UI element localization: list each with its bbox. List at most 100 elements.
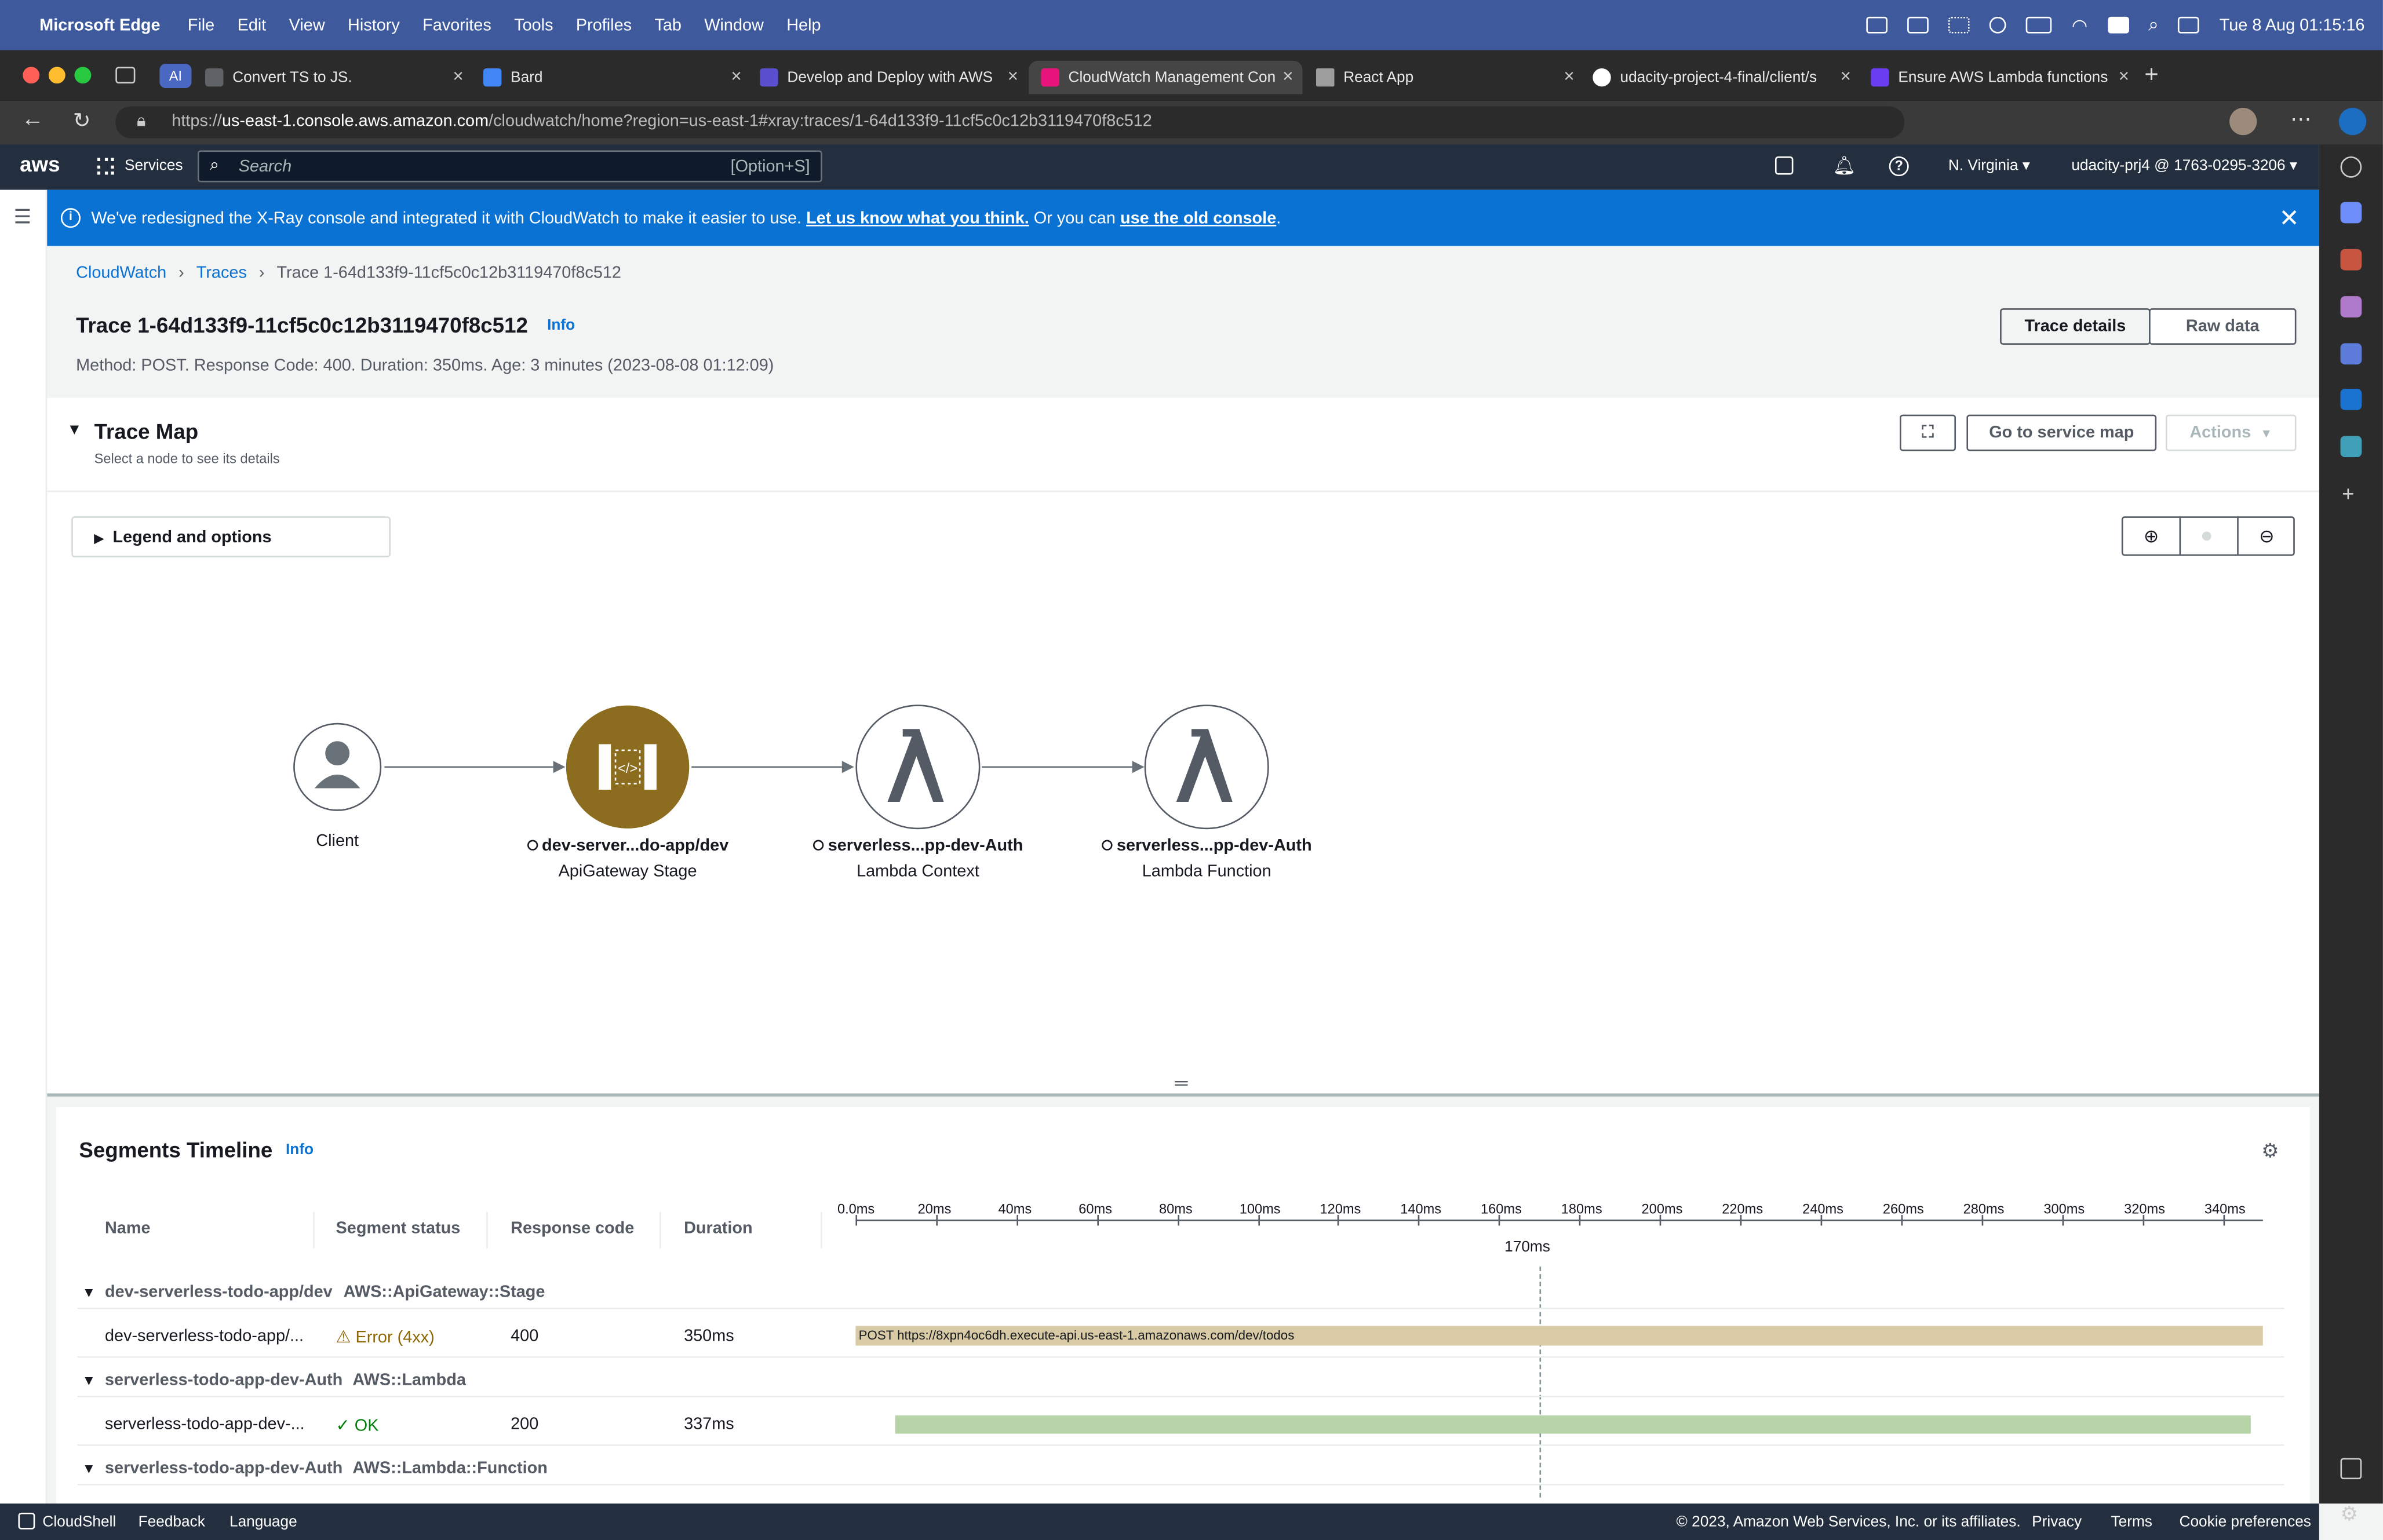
new-tab-button[interactable]: + [2144, 62, 2159, 89]
tab-github[interactable]: udacity-project-4-final/client/s × [1593, 61, 1851, 94]
tab-actions-icon[interactable] [115, 67, 136, 84]
more-menu-icon[interactable]: ⋯ [2290, 106, 2312, 132]
node-lambda-function-name[interactable]: serverless...pp-dev-Auth [1085, 837, 1328, 855]
services-grid-icon[interactable] [97, 158, 114, 175]
region-selector[interactable]: N. Virginia ▾ [1948, 158, 2030, 175]
segment-bar[interactable] [895, 1415, 2251, 1434]
panel-splitter[interactable] [47, 1093, 2319, 1097]
spotlight-icon[interactable]: ⌕ [2148, 14, 2159, 37]
minimize-window-button[interactable] [48, 67, 65, 84]
col-segment-status[interactable]: Segment status [336, 1220, 461, 1238]
sidebar-toggle-icon[interactable] [2340, 1458, 2362, 1480]
tab-react-app[interactable]: React App × [1316, 61, 1575, 94]
weather-icon[interactable] [1948, 16, 1970, 34]
node-apigateway[interactable]: </> [566, 705, 690, 829]
tab-cloudwatch[interactable]: CloudWatch Management Con × [1029, 60, 1303, 94]
caret-down-icon[interactable]: ▼ [67, 422, 82, 439]
info-link[interactable]: Info [286, 1142, 314, 1159]
actions-dropdown[interactable]: Actions ▼ [2165, 414, 2297, 451]
close-icon[interactable]: ✕ [2279, 203, 2300, 233]
legend-options-expander[interactable]: ▶ Legend and options [71, 516, 391, 558]
drag-handle-icon[interactable]: ═ [1175, 1072, 1187, 1094]
feedback-button[interactable]: Feedback [139, 1514, 205, 1531]
trace-details-button[interactable]: Trace details [2000, 308, 2151, 345]
menu-profiles[interactable]: Profiles [576, 16, 632, 34]
copilot-icon[interactable] [2338, 108, 2367, 136]
workspace-icon[interactable]: AI [159, 64, 192, 89]
bell-icon[interactable]: 🔔︎ [1833, 155, 1856, 176]
node-lambda-context-name[interactable]: serverless...pp-dev-Auth [796, 837, 1040, 855]
refresh-icon[interactable]: ↻ [73, 108, 91, 134]
feedback-link[interactable]: Let us know what you think. [806, 209, 1029, 227]
menu-view[interactable]: View [289, 16, 325, 34]
outlook-icon[interactable] [2340, 389, 2362, 410]
terms-link[interactable]: Terms [2111, 1514, 2152, 1531]
privacy-link[interactable]: Privacy [2032, 1514, 2082, 1531]
menu-window[interactable]: Window [704, 16, 764, 34]
col-response-code[interactable]: Response code [511, 1220, 634, 1238]
caret-down-icon[interactable]: ▼ [82, 1285, 96, 1300]
aws-logo[interactable]: aws [20, 152, 60, 176]
zoom-window-button[interactable] [74, 67, 92, 84]
office-icon[interactable] [2340, 343, 2362, 365]
menu-help[interactable]: Help [786, 16, 821, 34]
shopping-icon[interactable] [2340, 202, 2362, 224]
breadcrumb-traces[interactable]: Traces [196, 264, 247, 282]
zoom-out-icon[interactable]: ⊖ [2237, 517, 2295, 554]
cloudshell-icon[interactable] [1775, 156, 1794, 175]
back-icon[interactable]: ← [21, 106, 44, 132]
old-console-link[interactable]: use the old console [1120, 209, 1276, 227]
url-field[interactable]: 🔒︎ https://us-east-1.console.aws.amazon.c… [115, 106, 1904, 138]
breadcrumb-cloudwatch[interactable]: CloudWatch [76, 264, 166, 282]
menu-edit[interactable]: Edit [238, 16, 267, 34]
close-icon[interactable]: × [2119, 65, 2129, 87]
profile-avatar[interactable] [2229, 108, 2257, 136]
tab-bard[interactable]: Bard × [483, 61, 742, 94]
node-lambda-function[interactable] [1144, 705, 1269, 830]
info-link[interactable]: Info [547, 318, 575, 334]
status-icon[interactable] [1866, 16, 1888, 34]
go-to-service-map-button[interactable]: Go to service map [1966, 414, 2157, 451]
fullscreen-button[interactable]: ⛶ [1900, 414, 1956, 451]
control-center-icon[interactable] [2178, 16, 2200, 34]
close-icon[interactable]: × [1282, 65, 1293, 87]
services-menu[interactable]: Services [125, 158, 183, 175]
help-icon[interactable]: ? [1889, 156, 1909, 177]
language-button[interactable]: Language [229, 1514, 297, 1531]
tab-lambda-security[interactable]: Ensure AWS Lambda functions × [1871, 61, 2129, 94]
wifi-icon[interactable]: ◠ [2072, 14, 2087, 36]
clock[interactable]: Tue 8 Aug 01:15:16 [2220, 16, 2365, 34]
cookie-preferences-link[interactable]: Cookie preferences [2180, 1514, 2311, 1531]
hamburger-menu-icon[interactable]: ☰ [14, 205, 32, 229]
settings-gear-icon[interactable]: ⚙ [2340, 1502, 2358, 1526]
menu-tools[interactable]: Tools [514, 16, 553, 34]
menu-history[interactable]: History [348, 16, 400, 34]
close-icon[interactable]: × [1841, 65, 1851, 87]
node-apigateway-name[interactable]: dev-server...do-app/dev [506, 837, 749, 855]
tab-develop[interactable]: Develop and Deploy with AWS × [760, 61, 1018, 94]
settings-gear-icon[interactable]: ⚙ [2261, 1139, 2279, 1163]
menu-file[interactable]: File [188, 16, 215, 34]
node-client[interactable] [293, 722, 382, 811]
search-icon[interactable] [2340, 156, 2362, 178]
close-icon[interactable]: × [1008, 65, 1018, 87]
caret-down-icon[interactable]: ▼ [82, 1461, 96, 1476]
menu-tab[interactable]: Tab [654, 16, 682, 34]
trace-map-title[interactable]: Trace Map [94, 419, 199, 443]
raw-data-button[interactable]: Raw data [2149, 308, 2297, 345]
cloudshell-button[interactable]: CloudShell [42, 1514, 116, 1531]
play-icon[interactable] [1990, 16, 2006, 34]
tools-icon[interactable] [2340, 249, 2362, 271]
add-icon[interactable]: + [2342, 481, 2354, 506]
account-menu[interactable]: udacity-prj4 @ 1763-0295-3206 ▾ [2071, 158, 2297, 175]
col-duration[interactable]: Duration [684, 1220, 753, 1238]
send-icon[interactable] [2340, 436, 2362, 458]
menu-favorites[interactable]: Favorites [422, 16, 491, 34]
battery-icon[interactable] [2026, 16, 2052, 34]
close-icon[interactable]: × [731, 65, 741, 87]
zoom-in-icon[interactable]: ⊕ [2123, 517, 2181, 554]
games-icon[interactable] [2340, 296, 2362, 318]
close-icon[interactable]: × [1564, 65, 1574, 87]
close-icon[interactable]: × [453, 65, 463, 87]
aws-search-input[interactable]: ⌕ Search [Option+S] [197, 150, 822, 183]
